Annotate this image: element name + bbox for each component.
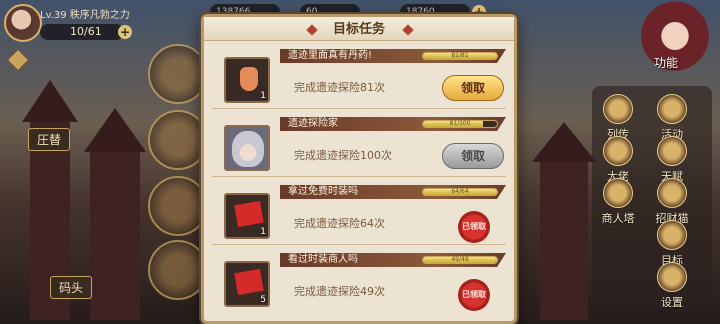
menu-tile-hall[interactable]	[148, 44, 208, 104]
task-progress-text: 81/81	[451, 52, 469, 59]
reward-quantity: 1	[260, 91, 266, 101]
task-name: 看过时装商人吗	[288, 254, 358, 265]
trophy-icon	[657, 94, 687, 124]
task-name: 拿过免费时装吗	[288, 186, 358, 197]
claim-button[interactable]: 领取	[442, 75, 504, 101]
ticket-icon	[234, 268, 264, 296]
function-label[interactable]: 功能	[654, 54, 678, 71]
target-icon	[657, 220, 687, 250]
menu-tile-combat[interactable]	[148, 240, 208, 300]
row-divider	[212, 244, 506, 245]
tower-icon	[603, 178, 633, 208]
menu-item-biography[interactable]: 列传	[598, 94, 638, 141]
reward-item[interactable]: 5	[224, 261, 270, 307]
task-name: 遗迹探险家	[288, 118, 338, 129]
menu-item-merchant-tower[interactable]: 商人塔	[598, 178, 638, 225]
menu-item-target[interactable]: 目标	[652, 220, 692, 267]
task-progress-text: 64/64	[451, 188, 469, 195]
task-row: 遗迹探险家 81/100 完成遗迹探险100次 领取	[210, 115, 508, 177]
menu-item-talent[interactable]: 天赋	[652, 136, 692, 183]
task-row: 拿过免费时装吗 64/64 1 完成遗迹探险64次 已领取	[210, 183, 508, 245]
task-progress-text: 49/49	[451, 256, 469, 263]
dock-label[interactable]: 码头	[50, 276, 93, 299]
wings-icon	[657, 136, 687, 166]
reward-quantity: 1	[260, 227, 266, 237]
task-name: 遗迹里面真有丹药!	[288, 50, 373, 61]
reward-item[interactable]: 1	[224, 193, 270, 239]
claimed-stamp: 已领取	[458, 211, 490, 243]
modal-header: 目标任务	[204, 17, 514, 41]
task-progress-text: 81/100	[449, 120, 471, 127]
task-row: 遗迹里面真有丹药! 81/81 1 完成遗迹探险81次 领取	[210, 47, 508, 109]
energy-add-button[interactable]: +	[118, 25, 132, 39]
energy-value: 10/61	[70, 25, 102, 38]
menu-tile-winners[interactable]	[148, 110, 208, 170]
claim-button-disabled[interactable]: 领取	[442, 143, 504, 169]
modal-title: 目标任务	[332, 22, 385, 37]
task-description: 完成遗迹探险49次	[294, 285, 385, 298]
player-level-name: Lv.39 秩序凡勃之力	[40, 10, 130, 21]
menu-item-lucky-cat[interactable]: 招财猫	[652, 178, 692, 225]
book-icon	[603, 94, 633, 124]
crown-icon	[603, 136, 633, 166]
reward-item[interactable]: 1	[224, 57, 270, 103]
player-avatar[interactable]	[4, 4, 42, 42]
task-description: 完成遗迹探险100次	[294, 149, 392, 162]
potion-icon	[240, 67, 258, 91]
menu-item-label: 设置	[661, 296, 683, 309]
task-row: 看过时装商人吗 49/49 5 完成遗迹探险49次 已领取	[210, 251, 508, 313]
task-description: 完成遗迹探险64次	[294, 217, 385, 230]
claimed-stamp: 已领取	[458, 279, 490, 311]
reward-item[interactable]	[224, 125, 270, 171]
task-list[interactable]: 遗迹里面真有丹药! 81/81 1 完成遗迹探险81次 领取 遗迹探险家 81/…	[210, 47, 508, 323]
energy-counter: 10/61	[40, 24, 124, 40]
target-tasks-modal: 目标任务 遗迹里面真有丹药! 81/81 1 完成遗迹探险81次 领取 遗迹探险…	[201, 14, 517, 324]
character-portrait-icon	[232, 131, 264, 167]
row-divider	[212, 176, 506, 177]
menu-item-label: 商人塔	[601, 212, 635, 225]
castle-label[interactable]: 圧替	[28, 128, 71, 151]
menu-tile-roster[interactable]	[148, 176, 208, 236]
row-divider	[212, 108, 506, 109]
menu-item-boss[interactable]: 大佬	[598, 136, 638, 183]
menu-item-activity[interactable]: 活动	[652, 94, 692, 141]
cat-icon	[657, 178, 687, 208]
ticket-icon	[234, 200, 264, 228]
gear-icon	[657, 262, 687, 292]
menu-item-settings[interactable]: 设置	[652, 262, 692, 309]
reward-quantity: 5	[260, 295, 266, 305]
task-description: 完成遗迹探险81次	[294, 81, 385, 94]
